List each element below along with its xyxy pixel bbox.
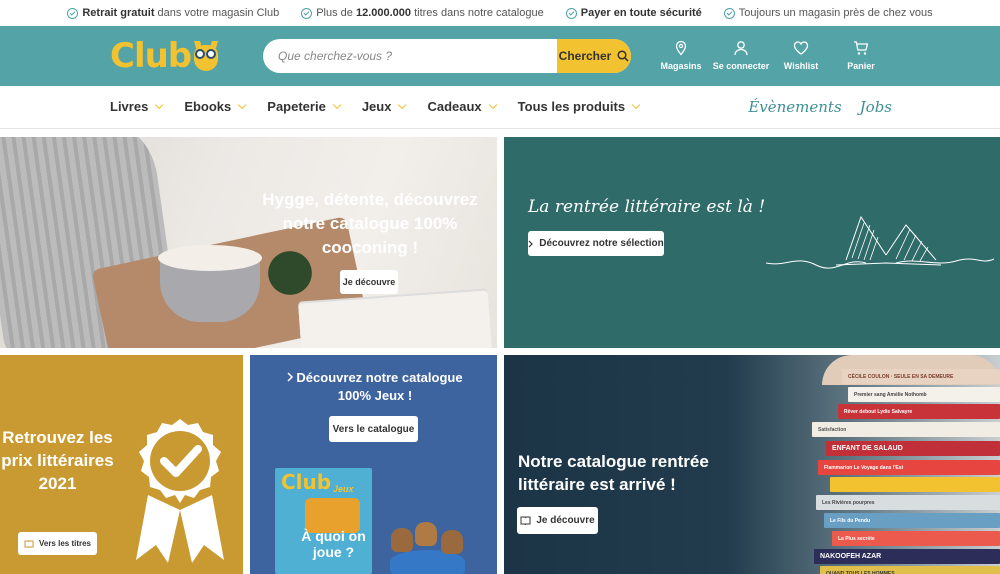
check-icon [67, 7, 79, 19]
nav-item-cadeaux[interactable]: Cadeaux [427, 99, 498, 114]
chevron-down-icon [332, 100, 342, 109]
owl-icon [193, 41, 219, 71]
nav-item-livres[interactable]: Livres [110, 99, 164, 114]
heart-icon [793, 41, 809, 55]
check-icon [723, 7, 735, 19]
chevron-right-icon [528, 240, 534, 247]
nav-item-papeterie[interactable]: Papeterie [267, 99, 342, 114]
chevron-down-icon [488, 100, 498, 109]
catalogue-discover-button[interactable]: Je découvre [517, 507, 598, 534]
cart-icon [854, 41, 869, 55]
chevron-right-icon [287, 372, 294, 382]
rentree-banner[interactable]: La rentrée littéraire est là ! Découvrez… [504, 137, 1000, 348]
search-input[interactable] [263, 39, 557, 73]
chevron-down-icon [631, 100, 641, 109]
stores-link[interactable]: Magasins [656, 40, 706, 71]
main-nav: Livres Ebooks Papeterie Jeux Cadeaux Tou… [0, 86, 1000, 129]
jeux-magazine-cover[interactable]: Club Jeux À quoi on joue ? [275, 468, 372, 574]
location-pin-icon [675, 40, 687, 56]
prix-titles-button[interactable]: Vers les titres [18, 532, 97, 555]
search-icon [617, 50, 629, 62]
search-button[interactable]: Chercher [557, 39, 631, 73]
book-stack-image: CÉCILE COULON · SEULE EN SA DEMEURE Prem… [812, 355, 1000, 574]
info-bar: Retrait gratuit dans votre magasin Club … [0, 0, 1000, 26]
award-rosette-icon [136, 419, 224, 563]
search-bar: Chercher [263, 39, 631, 73]
chevron-down-icon [238, 100, 247, 109]
jobs-link[interactable]: Jobs [860, 98, 892, 116]
login-link[interactable]: Se connecter [706, 40, 776, 71]
info-item-stores: Toujours un magasin près de chez vous [723, 7, 933, 19]
hygge-title: Hygge, détente, découvrez notre catalogu… [262, 190, 478, 257]
book-icon [24, 540, 34, 548]
jeux-catalogue-button[interactable]: Vers le catalogue [329, 416, 418, 442]
info-item-retrait: Retrait gratuit dans votre magasin Club [67, 7, 279, 19]
header-actions: Magasins Se connecter Wishlist Panier [656, 40, 896, 71]
chevron-down-icon [155, 100, 164, 109]
info-item-titles: Plus de 12.000.000 titres dans notre cat… [301, 7, 544, 19]
prix-title: Retrouvez les prix littéraires 2021 [1, 428, 114, 493]
hygge-discover-button[interactable]: Je découvre [340, 270, 398, 294]
book-icon [520, 516, 531, 525]
wishlist-link[interactable]: Wishlist [776, 40, 826, 71]
catalogue-title: Notre catalogue rentrée littéraire est a… [518, 452, 709, 494]
info-item-payment: Payer en toute sécurité [565, 7, 702, 19]
rentree-selection-button[interactable]: Découvrez notre sélection [528, 231, 664, 256]
site-header: Club Chercher Magasins Se connecter Wish… [0, 26, 1000, 86]
owl-toys-image [385, 520, 470, 574]
open-book-icon [766, 215, 995, 269]
nav-item-all-products[interactable]: Tous les produits [518, 99, 641, 114]
check-icon [565, 7, 577, 19]
jeux-title: Découvrez notre catalogue 100% Jeux ! [270, 369, 480, 405]
rentree-title: La rentrée littéraire est là ! [528, 197, 766, 217]
club-logo[interactable]: Club [110, 38, 219, 74]
nav-item-jeux[interactable]: Jeux [362, 99, 407, 114]
cart-link[interactable]: Panier [826, 40, 896, 71]
events-link[interactable]: Évènements [748, 98, 841, 116]
chevron-down-icon [398, 100, 407, 109]
user-icon [734, 41, 748, 56]
nav-item-ebooks[interactable]: Ebooks [184, 99, 247, 114]
check-icon [301, 7, 313, 19]
